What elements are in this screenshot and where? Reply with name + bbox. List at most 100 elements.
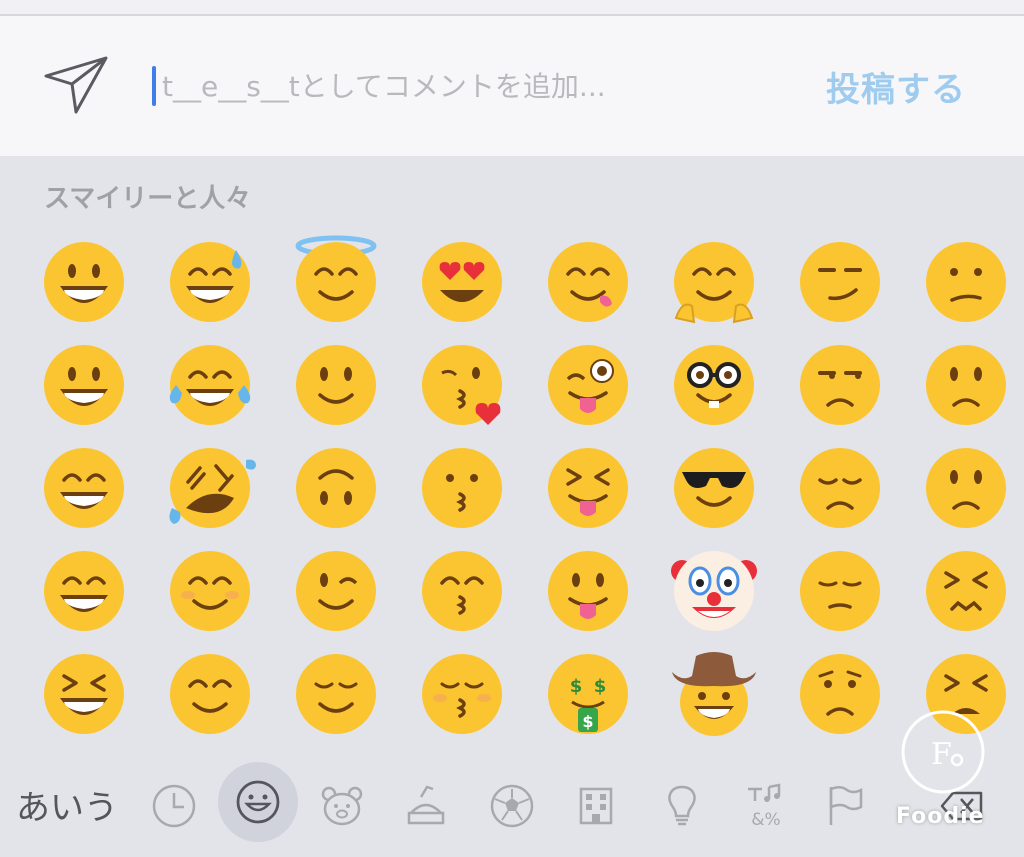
face-with-tears-of-joy-emoji[interactable] (168, 343, 252, 427)
kana-key[interactable]: あいう (16, 780, 118, 828)
top-divider (0, 0, 1024, 16)
smiling-face-emoji[interactable] (168, 549, 252, 633)
clown-face-emoji[interactable] (671, 549, 757, 633)
confused-face-emoji[interactable] (924, 240, 1008, 324)
face-blowing-a-kiss-emoji[interactable] (420, 343, 504, 427)
kissing-face-with-smiling-eyes-emoji[interactable] (420, 549, 504, 633)
grinning-face-icon (44, 242, 124, 322)
rolling-on-the-floor-laughing-icon (169, 448, 256, 528)
beaming-face-icon (44, 551, 124, 631)
hugging-face-emoji[interactable] (672, 240, 756, 324)
activity-icon (490, 784, 534, 828)
hugging-face-icon (674, 242, 754, 324)
svg-text:&%: &% (751, 810, 780, 829)
winking-face-with-tongue-emoji[interactable] (546, 343, 630, 427)
disappointed-face-emoji[interactable] (798, 446, 882, 530)
flags-tab[interactable] (808, 770, 880, 842)
slightly-frowning-face-icon (926, 345, 1006, 425)
money-mouth-face-icon: $ $$ (548, 654, 628, 734)
smiling-face-with-smiling-eyes-emoji[interactable] (168, 652, 252, 736)
smiley-tab[interactable] (218, 762, 298, 842)
smiling-face-with-halo-icon (295, 235, 377, 322)
travel-tab[interactable] (560, 770, 632, 842)
relieved-face-emoji[interactable] (294, 652, 378, 736)
winking-face-emoji[interactable] (294, 549, 378, 633)
travel-icon (579, 787, 613, 825)
worried-face-emoji[interactable] (798, 652, 882, 736)
animal-tab[interactable] (306, 770, 378, 842)
recent-icon (152, 784, 196, 828)
rolling-on-the-floor-laughing-emoji[interactable] (168, 446, 256, 530)
comment-input[interactable] (160, 62, 784, 110)
comment-bar: 投稿する (0, 16, 1024, 156)
grinning-squinting-face-icon (44, 654, 124, 734)
slightly-smiling-face-icon (296, 345, 376, 425)
smirking-face-emoji[interactable] (798, 240, 882, 324)
smiling-face-icon (170, 551, 250, 631)
smiling-face-with-smiling-eyes-icon (170, 654, 250, 734)
slightly-smiling-face-emoji[interactable] (294, 343, 378, 427)
grinning-squinting-face-emoji[interactable] (42, 652, 126, 736)
face-blowing-a-kiss-icon (422, 345, 502, 425)
kissing-face-emoji[interactable] (420, 446, 504, 530)
recent-tab[interactable] (138, 770, 210, 842)
grinning-face-with-sweat-icon (170, 242, 250, 322)
watermark-text: Foodie (896, 804, 985, 829)
relieved-face-icon (296, 654, 376, 734)
frowning-face-emoji[interactable] (924, 446, 1008, 530)
winking-face-icon (296, 551, 376, 631)
svg-text:$: $ (582, 712, 593, 731)
disappointed-face-icon (800, 448, 880, 528)
cowboy-hat-face-icon (672, 652, 756, 736)
emoji-category-title: スマイリーと人々 (44, 184, 252, 214)
unamused-face-emoji[interactable] (798, 343, 882, 427)
pensive-face-emoji[interactable] (798, 549, 882, 633)
objects-icon (668, 785, 696, 826)
objects-tab[interactable] (646, 770, 718, 842)
face-savoring-food-emoji[interactable] (546, 240, 630, 324)
slightly-frowning-face-emoji[interactable] (924, 343, 1008, 427)
smiling-face-with-halo-emoji[interactable] (294, 235, 378, 324)
flags-icon (829, 786, 863, 825)
smirking-face-icon (800, 242, 880, 322)
food-icon (407, 785, 445, 825)
activity-tab[interactable] (476, 770, 548, 842)
smiling-face-with-heart-eyes-emoji[interactable] (420, 240, 504, 324)
grinning-face-smiling-eyes-emoji[interactable] (42, 446, 126, 530)
beaming-face-emoji[interactable] (42, 549, 126, 633)
money-mouth-face-emoji[interactable]: $ $ $ (546, 652, 630, 736)
emoji-keyboard-bar: あいう &% (0, 752, 1024, 857)
grinning-face-big-eyes-icon (44, 345, 124, 425)
cowboy-hat-face-emoji[interactable] (672, 652, 756, 736)
face-with-tongue-emoji[interactable] (546, 549, 630, 633)
grinning-face-emoji[interactable] (42, 240, 126, 324)
upside-down-face-icon (296, 448, 376, 528)
text-cursor (152, 66, 156, 106)
upside-down-face-emoji[interactable] (294, 446, 378, 530)
send-icon[interactable] (42, 54, 112, 116)
kissing-face-icon (422, 448, 502, 528)
grinning-face-big-eyes-emoji[interactable] (42, 343, 126, 427)
smiley-icon (236, 780, 280, 824)
face-savoring-food-icon (548, 242, 628, 322)
kissing-face-with-closed-eyes-emoji[interactable] (420, 652, 504, 736)
frowning-face-icon (926, 448, 1006, 528)
kissing-face-with-smiling-eyes-icon (422, 551, 502, 631)
svg-text:$: $ (570, 676, 583, 697)
winking-face-with-tongue-icon (548, 345, 628, 425)
smiling-face-with-sunglasses-emoji[interactable] (672, 446, 756, 530)
post-button[interactable]: 投稿する (826, 60, 996, 112)
clown-face-icon (671, 551, 757, 631)
confounded-face-emoji[interactable] (924, 549, 1008, 633)
worried-face-icon (800, 654, 880, 734)
symbols-icon: &% (748, 783, 781, 829)
squinting-face-with-tongue-icon (548, 448, 628, 528)
animal-icon (321, 786, 363, 826)
food-tab[interactable] (390, 770, 462, 842)
grinning-face-with-sweat-emoji[interactable] (168, 240, 252, 324)
nerd-face-icon (674, 345, 754, 425)
squinting-face-with-tongue-emoji[interactable] (546, 446, 630, 530)
nerd-face-emoji[interactable] (672, 343, 756, 427)
kissing-face-with-closed-eyes-icon (422, 654, 502, 734)
symbols-tab[interactable]: &% (730, 770, 802, 842)
